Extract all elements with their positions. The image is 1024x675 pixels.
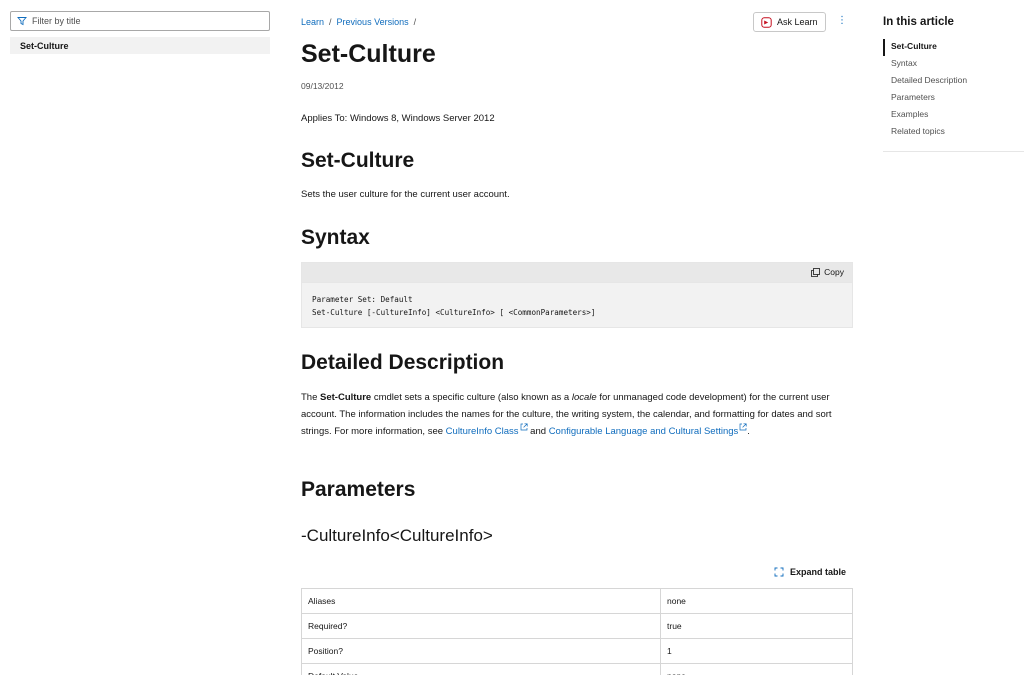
configurable-language-link[interactable]: Configurable Language and Cultural Setti… <box>548 423 748 437</box>
table-cell-value: 1 <box>660 638 853 664</box>
table-row: Default Value none <box>301 663 853 675</box>
text-run: The <box>301 392 321 403</box>
expand-icon <box>774 567 784 577</box>
divider <box>883 151 1024 152</box>
set-culture-summary: Sets the user culture for the current us… <box>301 189 510 200</box>
table-cell-name: Aliases <box>301 588 661 614</box>
cmdlet-name: Set-Culture <box>320 392 372 403</box>
page-title: Set-Culture <box>301 40 436 68</box>
toc-link-set-culture[interactable]: Set-Culture <box>883 39 967 56</box>
table-cell-name: Required? <box>301 613 661 639</box>
text-run: . <box>747 426 750 437</box>
section-heading-parameters: Parameters <box>301 478 416 501</box>
table-cell-value: true <box>660 613 853 639</box>
table-row: Required? true <box>301 613 853 639</box>
filter-icon <box>17 17 27 26</box>
expand-table-label: Expand table <box>790 567 847 577</box>
article-date: 09/13/2012 <box>301 81 344 91</box>
toc-link-related-topics[interactable]: Related topics <box>883 124 967 141</box>
applies-to: Applies To: Windows 8, Windows Server 20… <box>301 113 495 124</box>
copy-icon <box>811 267 821 277</box>
table-cell-value: none <box>660 588 853 614</box>
code-line: Parameter Set: Default <box>312 295 413 304</box>
parameter-table: Aliases none Required? true Position? 1 … <box>301 588 853 675</box>
filter-input[interactable]: Filter by title <box>10 11 270 31</box>
code-block: Copy Parameter Set: Default Set-Culture [… <box>301 262 853 328</box>
cultureinfo-class-link[interactable]: CultureInfo Class <box>445 423 528 437</box>
toc-link-syntax[interactable]: Syntax <box>883 56 967 73</box>
code-content: Parameter Set: Default Set-Culture [-Cult… <box>302 283 852 329</box>
table-row: Aliases none <box>301 588 853 614</box>
copy-label: Copy <box>824 267 844 277</box>
code-block-header: Copy <box>302 263 852 283</box>
toc-link-examples[interactable]: Examples <box>883 107 967 124</box>
toc-link-parameters[interactable]: Parameters <box>883 90 967 107</box>
link-text: CultureInfo Class <box>445 426 519 437</box>
ask-learn-label: Ask Learn <box>777 17 818 27</box>
breadcrumb: Learn / Previous Versions / <box>301 17 416 27</box>
breadcrumb-separator: / <box>413 17 417 27</box>
ask-learn-icon <box>761 16 772 28</box>
filter-placeholder: Filter by title <box>32 16 81 26</box>
table-cell-name: Position? <box>301 638 661 664</box>
in-this-article-list: Set-Culture Syntax Detailed Description … <box>883 39 967 141</box>
code-line: Set-Culture [-CultureInfo] <CultureInfo>… <box>312 308 596 317</box>
ask-learn-button[interactable]: Ask Learn <box>753 12 826 32</box>
in-this-article-title: In this article <box>883 16 954 28</box>
toc-link-detailed-description[interactable]: Detailed Description <box>883 73 967 90</box>
text-run: and <box>527 426 549 437</box>
section-heading-syntax: Syntax <box>301 226 370 249</box>
breadcrumb-separator: / <box>329 17 332 27</box>
sidebar-item-set-culture[interactable]: Set-Culture <box>10 37 270 54</box>
external-link-icon <box>520 423 528 431</box>
table-cell-name: Default Value <box>301 663 661 675</box>
link-text: Configurable Language and Cultural Setti… <box>548 426 739 437</box>
italic-term: locale <box>571 392 597 403</box>
table-row: Position? 1 <box>301 638 853 664</box>
section-heading-detailed-description: Detailed Description <box>301 351 505 374</box>
parameter-heading: -CultureInfo<CultureInfo> <box>301 526 493 545</box>
breadcrumb-learn[interactable]: Learn <box>301 17 324 27</box>
copy-button[interactable]: Copy <box>811 267 844 277</box>
section-heading-set-culture: Set-Culture <box>301 149 415 172</box>
breadcrumb-previous-versions[interactable]: Previous Versions <box>337 17 409 27</box>
table-cell-value: none <box>660 663 853 675</box>
detailed-description-text: The Set-Culture cmdlet sets a specific c… <box>301 389 853 440</box>
expand-table-button[interactable]: Expand table <box>774 567 846 577</box>
more-options-button[interactable]: ⋮ <box>837 15 847 26</box>
text-run: cmdlet sets a specific culture (also kno… <box>371 392 572 403</box>
